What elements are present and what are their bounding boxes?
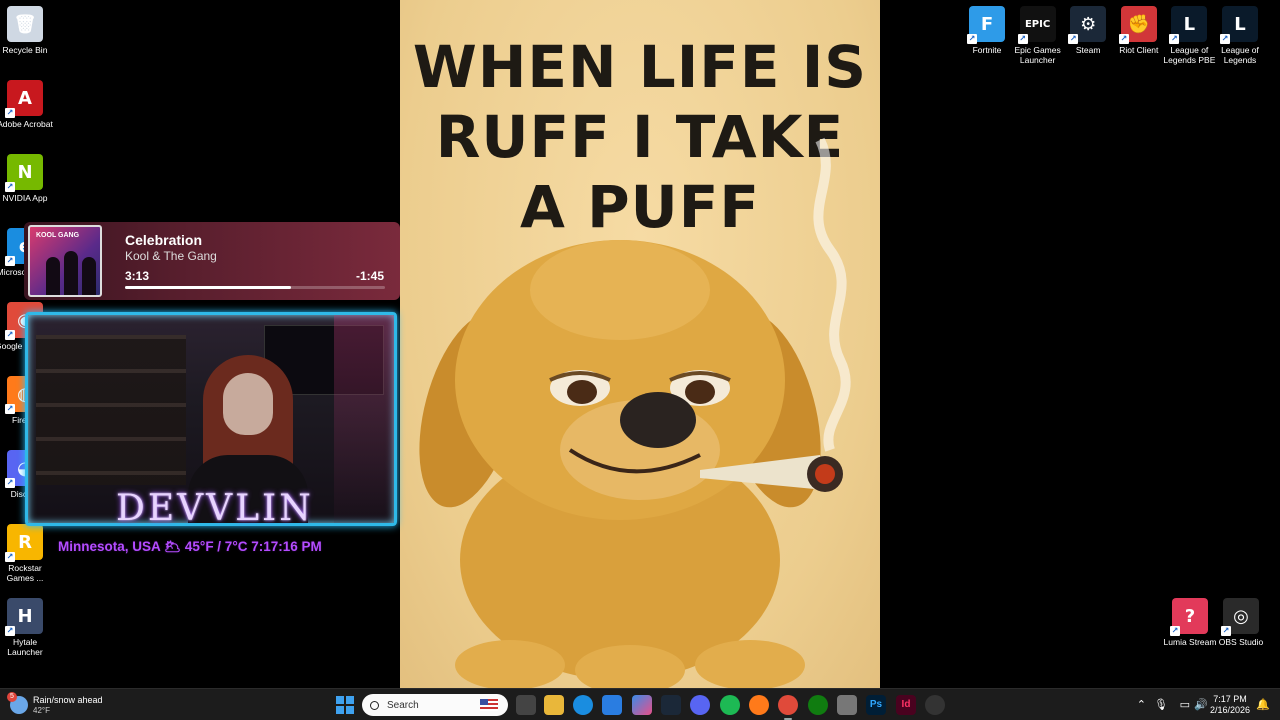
edge-taskbar-icon[interactable]	[573, 695, 593, 715]
desktop-icon[interactable]: H ↗ Hytale Launcher	[0, 598, 55, 657]
spotify-icon[interactable]	[720, 695, 740, 715]
start-button[interactable]	[336, 696, 354, 714]
obs-taskbar-icon[interactable]	[925, 695, 945, 715]
weather-badge: 5	[7, 692, 17, 702]
desktop-icon-label: Lumia Stream	[1163, 637, 1217, 647]
now-playing-widget: KOOL GANG Celebration Kool & The Gang 3:…	[24, 222, 400, 300]
xbox-icon[interactable]	[808, 695, 828, 715]
desktop-icon-label: Steam	[1075, 45, 1101, 55]
weather-temp: 42°F	[33, 705, 50, 715]
desktop-icon[interactable]: A ↗ Adobe Acrobat	[0, 80, 55, 129]
recycle-bin-icon: 🗑	[7, 6, 43, 42]
indesign-icon[interactable]: Id	[896, 695, 916, 715]
obs-icon: ◎ ↗	[1221, 598, 1259, 636]
weather-icon: 5	[7, 692, 28, 714]
dog-illustration	[419, 137, 851, 688]
adobe-acrobat-icon: A ↗	[5, 80, 43, 118]
location-weather-clock: Minnesota, USA 🌥 45°F / 7°C 7:17:16 PM	[58, 539, 322, 554]
desktop-icon[interactable]: EPIC ↗ Epic Games Launcher	[1009, 6, 1067, 65]
microphone-icon[interactable]: 🎙	[1154, 698, 1168, 711]
song-progress-bar	[125, 286, 385, 289]
search-placeholder: Search	[387, 699, 419, 711]
weather-title: Rain/snow ahead	[33, 694, 103, 705]
epic-games-icon: EPIC ↗	[1017, 6, 1056, 44]
wallpaper-poster: WHEN LIFE IS RUFF I TAKE A PUFF	[400, 0, 880, 688]
volume-icon[interactable]: 🔊	[1194, 698, 1208, 711]
desktop-icon-label: Riot Client	[1119, 45, 1159, 55]
desktop-icon-label: League of Legends PBE	[1163, 45, 1216, 65]
network-icon[interactable]: ▭	[1180, 698, 1190, 711]
clock-date: 2/16/2026	[1209, 705, 1250, 715]
desktop-icon[interactable]: ⚙ ↗ Steam	[1059, 6, 1117, 55]
desktop-icon-label: OBS Studio	[1218, 637, 1264, 647]
league-icon: L ↗	[1220, 6, 1258, 44]
fortnite-icon: F ↗	[967, 6, 1005, 44]
lumia-stream-icon: ? ↗	[1170, 598, 1208, 636]
chevron-up-icon[interactable]: ⌃	[1137, 698, 1146, 711]
desktop-icon-label: Hytale Launcher	[7, 637, 43, 657]
song-artist: Kool & The Gang	[125, 249, 217, 263]
photoshop-icon[interactable]: Ps	[866, 695, 886, 715]
file-explorer-icon[interactable]	[544, 695, 564, 715]
chrome-taskbar-icon[interactable]	[778, 695, 798, 720]
desktop-icon[interactable]: F ↗ Fortnite	[958, 6, 1016, 55]
desktop-icon[interactable]: ◎ ↗ OBS Studio	[1212, 598, 1270, 647]
search-icon	[370, 700, 379, 710]
desktop-icon[interactable]: ✊ ↗ Riot Client	[1110, 6, 1168, 55]
desktop-icon-label: Rockstar Games ...	[6, 563, 44, 583]
notification-bell-icon[interactable]: 🔔	[1256, 698, 1270, 711]
steam-icon: ⚙ ↗	[1068, 6, 1107, 44]
clock-time: 7:17 PM	[1213, 694, 1247, 704]
desktop-icon-label: Recycle Bin	[2, 45, 48, 55]
album-art: KOOL GANG	[28, 225, 102, 297]
remaining-time: -1:45	[355, 269, 384, 283]
desktop-icon-label: NVIDIA App	[2, 193, 48, 203]
desktop-icon[interactable]: N ↗ NVIDIA App	[0, 154, 55, 203]
firefox-taskbar-icon[interactable]	[749, 695, 769, 715]
desktop-icon-label: Epic Games Launcher	[1014, 45, 1061, 65]
flag-icon	[480, 699, 498, 711]
desktop-icon-label: Adobe Acrobat	[0, 119, 53, 129]
album-art-text: KOOL GANG	[36, 232, 80, 239]
riot-icon: ✊ ↗	[1118, 6, 1157, 44]
taskbar-search[interactable]: Search	[362, 694, 508, 716]
store-icon[interactable]	[602, 695, 622, 715]
nvidia-icon: N ↗	[5, 154, 43, 192]
taskbar: 5 Rain/snow ahead 42°F Search Ps Id ⌃ 🎙 …	[0, 688, 1280, 720]
desktop-icon[interactable]: L ↗ League of Legends	[1211, 6, 1269, 65]
task-view-icon[interactable]	[516, 695, 536, 715]
rockstar-icon: R ↗	[5, 524, 43, 562]
taskbar-clock[interactable]: 7:17 PM 2/16/2026	[1210, 694, 1250, 716]
hytale-icon: H ↗	[5, 598, 43, 636]
song-title: Celebration	[125, 232, 203, 248]
desktop-icon[interactable]: ? ↗ Lumia Stream	[1161, 598, 1219, 647]
desktop-icon[interactable]: R ↗ Rockstar Games ...	[0, 524, 55, 583]
elapsed-time: 3:13	[125, 269, 150, 283]
song-progress-fill	[125, 286, 292, 289]
app-window-icon[interactable]	[837, 695, 857, 715]
taskbar-weather-widget[interactable]: 5 Rain/snow ahead 42°F	[7, 692, 103, 718]
desktop-icon-label: Fortnite	[972, 45, 1002, 55]
copilot-icon[interactable]	[632, 695, 652, 715]
desktop-icon-label: League of Legends	[1221, 45, 1259, 65]
desktop-icon[interactable]: L ↗ League of Legends PBE	[1160, 6, 1218, 65]
discord-taskbar-icon[interactable]	[690, 695, 710, 715]
steam-taskbar-icon[interactable]	[661, 695, 681, 715]
league-pbe-icon: L ↗	[1169, 6, 1208, 44]
streamer-name: DEVVLIN	[116, 488, 314, 529]
desktop-icon[interactable]: 🗑 Recycle Bin	[0, 6, 55, 55]
